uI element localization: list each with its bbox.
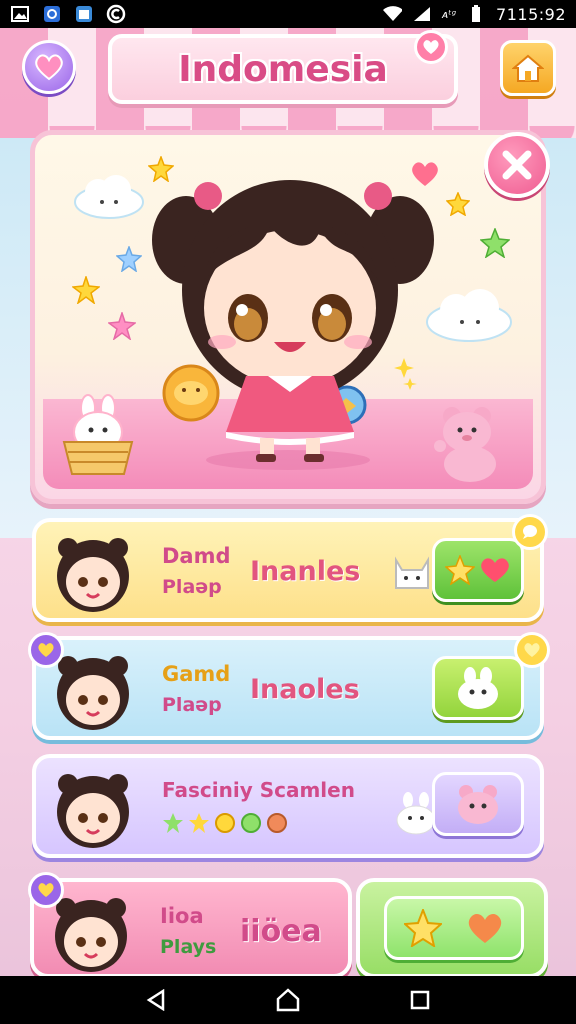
heart-badge-icon [28,872,64,908]
star-icon [72,276,100,304]
reward-button[interactable] [384,896,524,960]
pink-bear-icon [458,785,498,824]
coin-icon [241,813,261,833]
row-title: Inaoles [250,674,360,705]
list-item[interactable]: Fasciniy Scamlen [32,754,544,858]
row-title: Inanles [250,556,361,587]
list-item[interactable]: Damd Plaəp Inanles [32,514,548,622]
row-label-top: Gamd [162,662,231,686]
recents-icon [410,990,430,1010]
row-label-bottom: Plays [160,936,217,958]
star-icon [480,228,510,258]
home-button[interactable] [500,40,556,96]
avatar [57,774,129,848]
shield-icon [42,5,62,23]
chat-bubble-icon [512,514,548,550]
character-illustration [152,180,434,470]
home-icon [276,988,300,1012]
row-label-bottom: Plaəp [162,694,222,716]
list-item[interactable]: Iioa Plays iiöea [28,872,352,978]
back-button[interactable] [136,980,176,1020]
list-item[interactable]: Gamd Plaəp Inaoles [28,632,550,740]
back-icon [146,989,165,1011]
reward-panel [356,878,548,978]
heart-badge-icon [414,30,448,64]
pink-bear-icon [434,407,496,482]
wifi-icon [382,5,402,23]
star-icon [446,192,470,216]
close-button[interactable] [484,132,550,198]
item-icons [162,812,288,834]
pet-button[interactable] [432,656,524,720]
home-nav-button[interactable] [268,980,308,1020]
calendar-icon [74,5,94,23]
status-bar: ᴀᵗᵍ 7115:92 [0,0,576,28]
heart-badge-icon [514,632,550,668]
home-icon [512,54,544,82]
recents-button[interactable] [400,980,440,1020]
avatar [57,656,129,730]
cat-icon [395,556,429,589]
heart-icon [481,558,509,582]
like-button[interactable] [432,538,524,602]
row-label-top: Damd [162,544,231,568]
heart-icon [35,54,63,81]
heart-badge-icon [28,632,64,668]
bunny-icon [458,667,498,709]
star-icon [116,246,142,272]
row-label-bottom: Plaəp [162,576,222,598]
close-icon [502,150,532,180]
page-title: Indomesia [178,48,388,90]
star-icon [445,555,475,585]
avatar [57,538,129,612]
battery-icon [466,5,486,23]
pet-button[interactable] [432,772,524,836]
row-label-top: Iioa [160,904,204,928]
star-icon [404,909,442,947]
carrier-label: ᴀᵗᵍ [441,7,457,21]
star-icon [189,813,209,833]
star-icon [163,813,183,833]
gem-icon [267,813,287,833]
navigation-bar [0,976,576,1024]
clock: 7115:92 [496,4,566,24]
title-plate: Indomesia [108,30,458,104]
star-icon [108,312,136,340]
cloud-icon [74,175,144,219]
avatar [55,898,127,972]
signal-icon [412,5,432,23]
row-title: iiöea [240,914,322,949]
heart-icon [468,913,502,943]
favorites-button[interactable] [22,40,76,94]
bunny-basket-icon [62,394,134,475]
row-title: Fasciniy Scamlen [162,778,355,802]
copyright-icon [106,4,126,24]
coin-icon [215,813,235,833]
image-icon [10,5,30,23]
